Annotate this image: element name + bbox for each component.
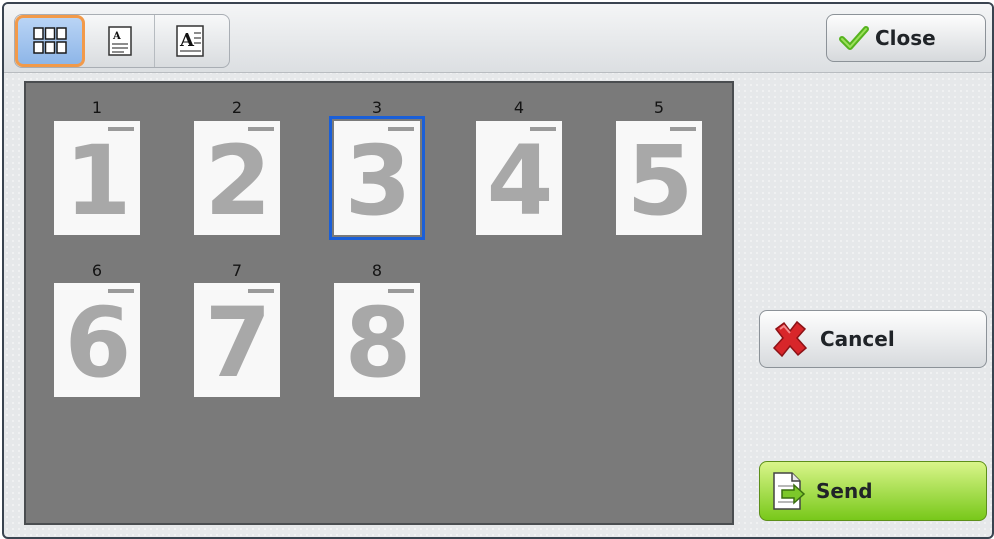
view-mode-switcher: A A (14, 14, 230, 68)
page-glyph: 4 (486, 125, 554, 237)
send-button[interactable]: Send (759, 461, 987, 521)
page-number: 7 (231, 261, 243, 280)
top-toolbar: A A Close (4, 4, 992, 73)
page-number: 2 (231, 98, 243, 117)
single-page-view-button[interactable]: A (85, 15, 155, 67)
page-thumbnail-6[interactable]: 6 (54, 283, 140, 397)
page-number: 8 (371, 261, 383, 280)
page-thumbnail-8[interactable]: 8 (334, 283, 420, 397)
cancel-button[interactable]: Cancel (759, 310, 987, 368)
svg-text:A: A (179, 30, 195, 51)
page-number: 6 (91, 261, 103, 280)
page-thumbnail-5[interactable]: 5 (616, 121, 702, 235)
red-x-icon (772, 320, 808, 358)
page-thumbnail-4[interactable]: 4 (476, 121, 562, 235)
page-glyph: 2 (204, 125, 272, 237)
page-small-icon: A (107, 26, 132, 56)
checkmark-icon (839, 26, 869, 50)
page-large-icon: A (176, 25, 204, 57)
page-number: 5 (653, 98, 665, 117)
close-button[interactable]: Close (826, 14, 986, 62)
send-label: Send (816, 479, 873, 503)
page-thumbnail-1[interactable]: 1 (54, 121, 140, 235)
page-number: 3 (371, 98, 383, 117)
page-thumbnail-3[interactable]: 3 (329, 116, 425, 240)
page-glyph: 3 (344, 125, 412, 237)
page-glyph: 1 (64, 125, 132, 237)
grid-icon (33, 27, 67, 54)
close-label: Close (875, 26, 936, 50)
page-glyph: 6 (64, 287, 132, 399)
page-glyph: 8 (344, 287, 412, 399)
large-page-view-button[interactable]: A (155, 15, 225, 67)
cancel-label: Cancel (820, 327, 895, 351)
page-glyph: 7 (204, 287, 272, 399)
page-number: 4 (513, 98, 525, 117)
preview-dialog: A A Close 1 1 2 2 3 3 4 4 5 5 6 6 7 7 8 … (2, 2, 994, 539)
thumbnail-grid-view-button[interactable] (15, 15, 85, 67)
send-document-icon (773, 472, 806, 510)
page-glyph: 5 (626, 125, 694, 237)
page-thumbnail-7[interactable]: 7 (194, 283, 280, 397)
page-thumbnail-2[interactable]: 2 (194, 121, 280, 235)
page-thumbnail-area: 1 1 2 2 3 3 4 4 5 5 6 6 7 7 8 8 (24, 81, 734, 525)
svg-text:A: A (112, 31, 121, 42)
page-number: 1 (91, 98, 103, 117)
